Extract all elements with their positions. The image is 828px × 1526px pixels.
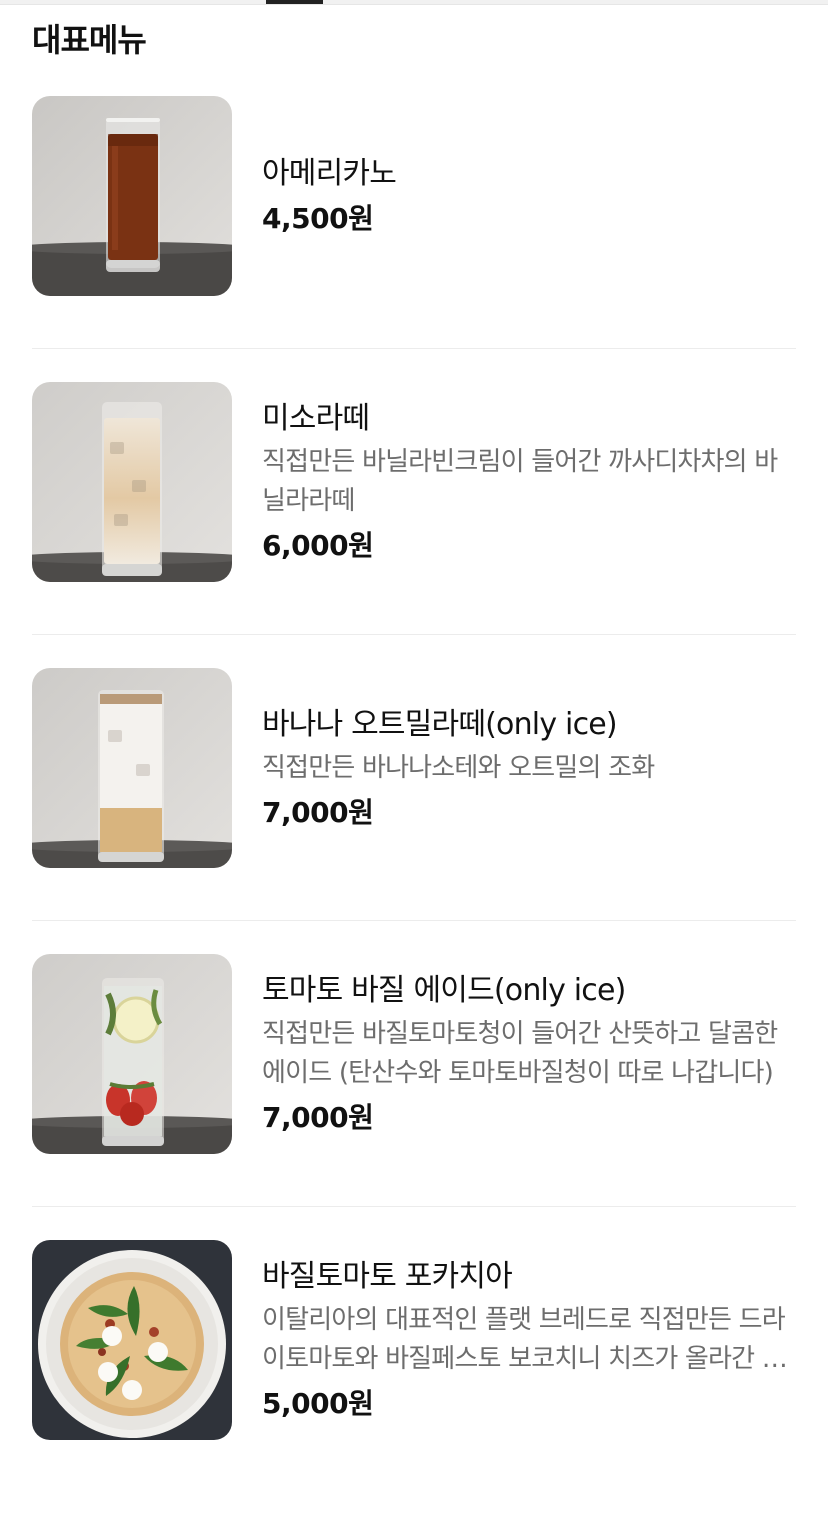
- menu-item-description: 직접만든 바질토마토청이 들어간 산뜻하고 달콤한 에이드 (탄산수와 토마토바…: [262, 1019, 778, 1088]
- menu-item-info: 미소라떼 직접만든 바닐라빈크림이 들어간 까사디차차의 바닐라라떼 6,000…: [262, 382, 796, 582]
- focaccia-image: [32, 1240, 232, 1440]
- iced-latte-image: [32, 382, 232, 582]
- menu-item-description: 직접만든 바나나소테와 오트밀의 조화: [262, 752, 655, 783]
- menu-item-price: 5,000원: [262, 1387, 374, 1420]
- menu-item-description: 이탈리아의 대표적인 플랫 브레드로 직접만든 드라이토마토와 바질페스토 보코…: [262, 1305, 786, 1374]
- menu-item-info: 바질토마토 포카치아 이탈리아의 대표적인 플랫 브레드로 직접만든 드라이토마…: [262, 1240, 796, 1440]
- tab-bar: [0, 0, 828, 5]
- menu-item-info: 아메리카노 4,500원: [262, 96, 796, 296]
- menu-item-price: 6,000원: [262, 529, 374, 562]
- menu-item-name: 바나나 오트밀라떼(only ice): [262, 706, 618, 742]
- menu-item-price: 4,500원: [262, 202, 374, 235]
- menu-item-name: 미소라떼: [262, 401, 370, 436]
- menu-item-banana-oatmeal-latte[interactable]: 바나나 오트밀라떼(only ice) 직접만든 바나나소테와 오트밀의 조화 …: [32, 634, 796, 954]
- banana-oatmeal-latte-image: [32, 668, 232, 868]
- menu-list: 아메리카노 4,500원 미소라떼 직접만든 바닐라빈크림이 들어간 까사디차차…: [32, 96, 796, 1526]
- menu-item-info: 토마토 바질 에이드(only ice) 직접만든 바질토마토청이 들어간 산뜻…: [262, 954, 796, 1154]
- iced-americano-image: [32, 96, 232, 296]
- menu-item-tomato-basil-ade[interactable]: 토마토 바질 에이드(only ice) 직접만든 바질토마토청이 들어간 산뜻…: [32, 920, 796, 1240]
- menu-item-basil-tomato-focaccia[interactable]: 바질토마토 포카치아 이탈리아의 대표적인 플랫 브레드로 직접만든 드라이토마…: [32, 1206, 796, 1526]
- menu-item-name: 토마토 바질 에이드(only ice): [262, 973, 626, 1008]
- menu-item-price: 7,000원: [262, 795, 374, 829]
- menu-item-americano[interactable]: 아메리카노 4,500원: [32, 96, 796, 382]
- section-title: 대표메뉴: [32, 21, 147, 59]
- menu-item-description: 직접만든 바닐라빈크림이 들어간 까사디차차의 바닐라라떼: [262, 447, 778, 516]
- active-tab-indicator: [266, 0, 323, 4]
- tomato-basil-ade-image: [32, 954, 232, 1154]
- menu-item-info: 바나나 오트밀라떼(only ice) 직접만든 바나나소테와 오트밀의 조화 …: [262, 668, 796, 868]
- menu-item-price: 7,000원: [262, 1101, 374, 1134]
- menu-item-name: 아메리카노: [262, 156, 397, 191]
- menu-item-name: 바질토마토 포카치아: [262, 1259, 513, 1294]
- menu-item-miso-latte[interactable]: 미소라떼 직접만든 바닐라빈크림이 들어간 까사디차차의 바닐라라떼 6,000…: [32, 348, 796, 668]
